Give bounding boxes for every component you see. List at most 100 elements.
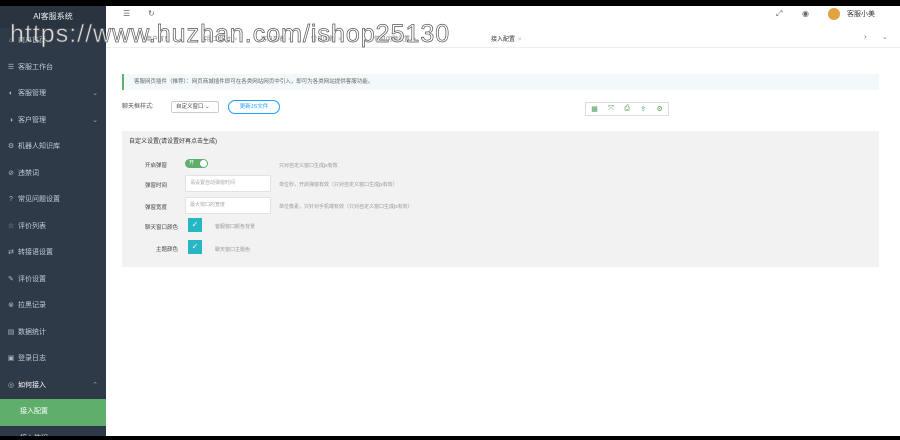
popup-time-label: 弹窗时间	[144, 183, 167, 189]
menu-toggle-icon[interactable]: ☰	[123, 9, 130, 18]
chevron-down-icon[interactable]: ⌄	[882, 33, 888, 41]
sidebar-subitem[interactable]: 接入教程	[0, 426, 106, 437]
sidebar-item[interactable]: ◎ 如何接入 ⌃	[0, 373, 106, 400]
sidebar-item-icon: ▣	[7, 355, 15, 362]
style-select[interactable]: 自定义窗口 ⌄	[171, 101, 219, 113]
sidebar-item-label: 客服管理	[18, 90, 46, 97]
user-name[interactable]: 客服小美	[847, 9, 875, 19]
chevron-icon: ⌄	[92, 90, 98, 97]
style-select-value: 自定义窗口	[176, 104, 204, 110]
sidebar-item-label: 转接语设置	[18, 249, 53, 256]
sidebar-item-label: 机器人知识库	[18, 143, 60, 150]
sidebar-item[interactable]: ⇄ 转接语设置	[0, 240, 106, 267]
sidebar-item[interactable]: ◐ 客服管理 ⌄	[0, 81, 106, 108]
close-icon[interactable]: ×	[234, 37, 238, 43]
top-bar: ☰ ↻ ⤢ ◉ 客服小美	[106, 6, 900, 24]
theme-color-swatch[interactable]: ✓	[188, 240, 202, 254]
sidebar-nav: ⌂ 商户首页 ☰ 客服工作台 ◐ 客服管理 ⌄ ◑ 客户管理 ⌄ ⚙ 机器人知识库 ⊘ 违禁词 ? 常见问题设…	[0, 28, 106, 436]
sidebar-item-label: 数据统计	[18, 328, 46, 336]
sidebar-item-label: 客服工作台	[18, 63, 53, 71]
sidebar-item[interactable]: ✎ 评价设置	[0, 267, 106, 294]
tab-1[interactable]: 客服工作台 ×	[201, 34, 238, 43]
popup-time-input[interactable]: 请设置自动弹窗时间	[185, 175, 271, 192]
close-icon[interactable]: ×	[338, 37, 342, 43]
sidebar-item-label: 如何接入	[18, 381, 46, 389]
print-icon[interactable]: ⎙	[624, 105, 630, 113]
sidebar-item[interactable]: ⚙ 机器人知识库	[0, 134, 106, 161]
refresh-icon[interactable]: ↻	[148, 9, 155, 18]
sidebar-item[interactable]: ⊗ 拉黑记录	[0, 293, 106, 320]
refresh-js-button[interactable]: 更新JS文件	[228, 100, 280, 114]
popup-width-input[interactable]: 最大窗口的宽度	[185, 197, 271, 214]
sidebar-item-icon: ⊗	[8, 302, 14, 309]
sidebar-item-label: 评价设置	[18, 275, 46, 283]
sidebar-item-icon: ⌂	[8, 37, 14, 44]
sidebar-item-icon: ◐	[8, 90, 14, 97]
popup-width-hint: 单位像素，只针对手机端有效（只对自定义窗口生成js有效）	[279, 204, 413, 210]
sidebar-item-icon: ⊘	[8, 169, 14, 177]
content: 客服网页插件（推荐）：网页商城插件即可在各类网站网页中引入，即可为各类网站提供客…	[122, 74, 879, 374]
sidebar-item-icon: ⇄	[8, 249, 14, 256]
notice-banner: 客服网页插件（推荐）：网页商城插件即可在各类网站网页中引入，即可为各类网站提供客…	[122, 74, 879, 90]
sidebar-item[interactable]: ⌂ 商户首页	[0, 28, 106, 55]
close-icon[interactable]: ×	[173, 37, 177, 43]
tab-label: 接入配置	[491, 37, 516, 43]
tab-label: 客户列表	[261, 37, 286, 43]
sidebar-item-label: 常见问题设置	[18, 196, 60, 203]
window-color-hint: 客服窗口颜色背景	[215, 224, 256, 230]
bottom-strip	[0, 436, 900, 440]
close-icon[interactable]: ×	[518, 37, 522, 43]
auto-popup-toggle[interactable]: 开	[185, 159, 208, 168]
sidebar-item-icon: ◑	[8, 116, 14, 124]
avatar[interactable]	[828, 8, 840, 20]
close-icon[interactable]: ×	[413, 37, 417, 43]
expand-icon[interactable]: ⤧	[608, 105, 614, 113]
sidebar-item[interactable]: ▣ 登录日志	[0, 346, 106, 373]
sidebar-item-icon: ☰	[7, 63, 15, 71]
main-area: ☰ ↻ ⤢ ◉ 客服小美 商户首页 × 客服工作台 × 客户列表 × 常见问题 × 常见…	[106, 6, 900, 436]
tab-0[interactable]: 商户首页 ×	[146, 34, 177, 43]
sidebar-item-label: 评价列表	[18, 222, 46, 230]
theme-icon[interactable]: ◉	[802, 9, 809, 18]
sidebar-item-icon: ✎	[8, 275, 14, 283]
sidebar-item-label: 违禁词	[18, 169, 39, 177]
sidebar-item-label: 商户首页	[18, 37, 46, 44]
tab-3[interactable]: 常见问题 ×	[311, 34, 342, 43]
tab-bar: 商户首页 × 客服工作台 × 客户列表 × 常见问题 × 常见问题设置 × 接入配置 × ›…	[106, 30, 900, 48]
app-window: AI客服系统 ⌂ 商户首页 ☰ 客服工作台 ◐ 客服管理 ⌄ ◑ 客户管理 ⌄ ⚙ 机器人知识库 ⊘ 违禁…	[0, 0, 900, 440]
tab-4[interactable]: 常见问题设置 ×	[374, 34, 417, 43]
settings-icon[interactable]: ⚙	[656, 105, 662, 113]
chevron-down-icon: ⌄	[205, 104, 210, 110]
sidebar-item-label: 拉黑记录	[18, 302, 46, 309]
sidebar-item[interactable]: ◑ 客户管理 ⌄	[0, 108, 106, 135]
sidebar-item[interactable]: ? 常见问题设置	[0, 187, 106, 214]
chevron-icon: ⌄	[92, 116, 98, 124]
tab-label: 商户首页	[146, 37, 171, 43]
sidebar-item[interactable]: ☆ 评价列表	[0, 214, 106, 241]
brand-title: AI客服系统	[0, 6, 106, 28]
panel-toolbar: ▦ ⤧ ⎙ ⇪ ⚙	[585, 102, 669, 116]
export-icon[interactable]: ⇪	[640, 105, 646, 113]
close-icon[interactable]: ×	[288, 37, 292, 43]
tab-5[interactable]: 接入配置 ×	[491, 34, 522, 43]
window-color-label: 聊天窗口颜色	[144, 225, 178, 231]
style-label: 聊天框样式:	[122, 104, 154, 110]
window-color-swatch[interactable]: ✓	[188, 218, 202, 232]
sidebar-item[interactable]: ☰ 客服工作台	[0, 55, 106, 82]
panel-title: 自定义设置(请设置好再点击生成)	[129, 139, 217, 145]
tab-label: 常见问题	[311, 37, 336, 43]
sidebar-item[interactable]: ⊘ 违禁词	[0, 161, 106, 188]
sidebar-subitem[interactable]: 接入配置	[0, 399, 106, 426]
tab-label: 常见问题设置	[374, 37, 411, 43]
auto-popup-label: 开启弹窗	[144, 163, 167, 169]
fullscreen-icon[interactable]: ⤢	[776, 9, 782, 19]
sidebar-item[interactable]: ▤ 数据统计	[0, 320, 106, 347]
sidebar-item-label: 客户管理	[18, 116, 46, 124]
tab-2[interactable]: 客户列表 ×	[261, 34, 292, 43]
theme-color-label: 主题颜色	[155, 247, 178, 253]
sidebar: AI客服系统 ⌂ 商户首页 ☰ 客服工作台 ◐ 客服管理 ⌄ ◑ 客户管理 ⌄ ⚙ 机器人知识库 ⊘ 违禁…	[0, 6, 106, 436]
grid-icon[interactable]: ▦	[591, 105, 598, 113]
chevron-right-icon[interactable]: ›	[864, 32, 867, 41]
auto-popup-hint: 只对自定义窗口生成js有效	[279, 163, 338, 169]
popup-time-hint: 单位秒，开启弹窗有效（只对自定义窗口生成js有效）	[279, 182, 398, 188]
